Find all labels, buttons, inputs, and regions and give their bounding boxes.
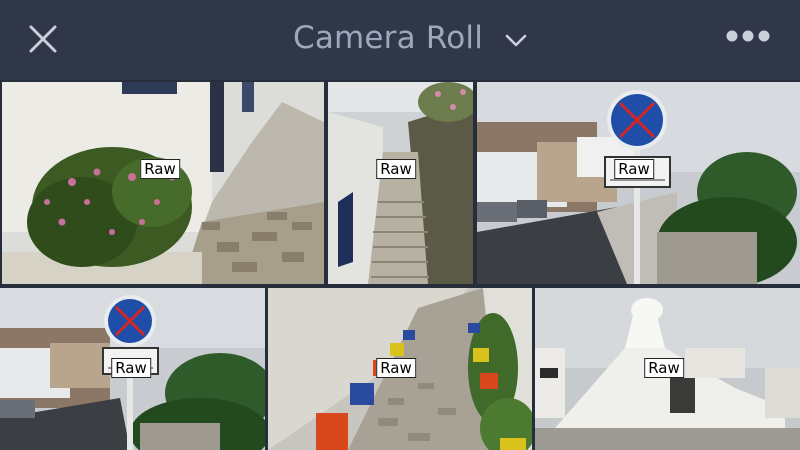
camera-roll-screen: Camera Roll Raw Raw Raw Raw Raw Raw	[0, 0, 800, 450]
close-icon	[29, 25, 57, 53]
photo-thumbnail[interactable]: Raw	[328, 82, 473, 284]
chevron-down-icon	[505, 34, 527, 47]
photo-thumbnail[interactable]: Raw	[268, 288, 532, 450]
raw-badge: Raw	[376, 358, 416, 378]
raw-badge: Raw	[111, 358, 151, 378]
raw-badge: Raw	[644, 358, 684, 378]
photo-image	[477, 82, 800, 284]
close-button[interactable]	[22, 18, 64, 60]
photo-thumbnail[interactable]: Raw	[477, 82, 800, 284]
photo-thumbnail[interactable]: Raw	[2, 82, 324, 284]
raw-badge: Raw	[614, 159, 654, 179]
album-selector[interactable]: Camera Roll	[290, 14, 530, 62]
more-options-button[interactable]	[724, 26, 772, 46]
album-title: Camera Roll	[292, 20, 484, 56]
raw-badge: Raw	[140, 159, 180, 179]
top-bar: Camera Roll	[0, 0, 800, 80]
photo-thumbnail[interactable]: Raw	[535, 288, 800, 450]
photo-thumbnail[interactable]: Raw	[0, 288, 265, 450]
more-horizontal-icon	[726, 30, 770, 42]
photo-image	[328, 82, 473, 284]
raw-badge: Raw	[376, 159, 416, 179]
photo-image	[2, 82, 324, 284]
photo-grid: Raw Raw Raw Raw Raw Raw	[0, 80, 800, 450]
